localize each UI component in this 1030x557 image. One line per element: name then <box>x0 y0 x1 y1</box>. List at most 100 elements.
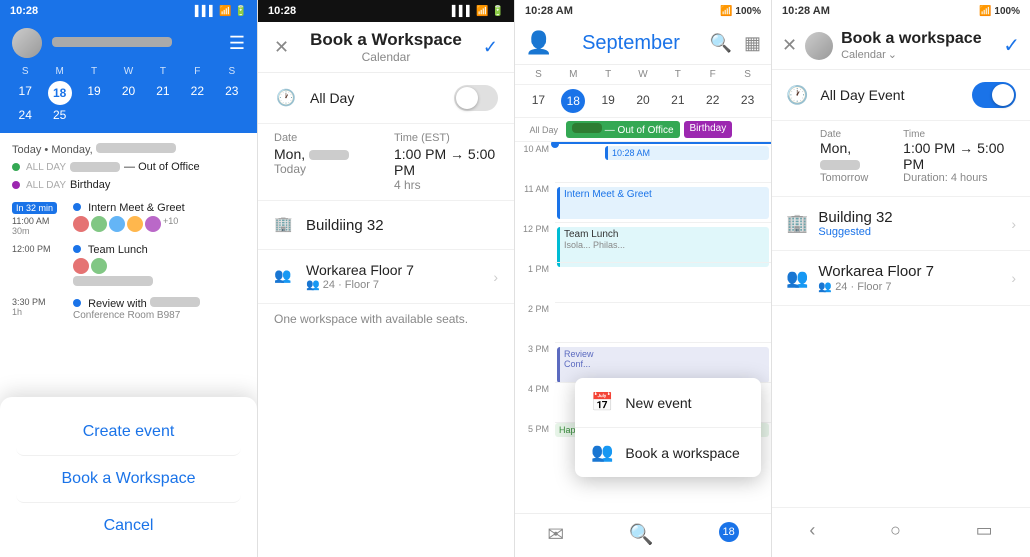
date-block[interactable]: Date Mon, Today <box>274 132 378 192</box>
panel1-header: ☰ <box>0 22 257 64</box>
event-team-lunch[interactable]: 12:00 PM Team Lunch <box>0 240 257 293</box>
event-intern-meet[interactable]: In 32 min 11:00 AM 30m Intern Meet & Gre… <box>0 194 257 240</box>
panel3-header: 👤 September 🔍 ▦ <box>515 22 771 65</box>
action-sheet: Create event Book a Workspace Cancel <box>0 397 257 557</box>
panel2-title: Book a Workspace Calendar <box>310 30 462 64</box>
create-event-button[interactable]: Create event <box>16 409 241 456</box>
status-icons-3: 📶100% <box>720 6 761 17</box>
panel2-subtitle: Calendar <box>310 50 462 64</box>
workspace-row[interactable]: 👥 Workarea Floor 7 👥 24 · Floor 7 › <box>258 250 514 304</box>
calendar-badge: 18 <box>719 522 739 542</box>
chevron-right-icon-ws: › <box>1011 270 1016 286</box>
time-value-4: 1:00 PM → 5:00 PM <box>903 140 1016 172</box>
cancel-button[interactable]: Cancel <box>16 503 241 549</box>
all-day-label-4: All Day Event <box>820 87 960 103</box>
bottom-nav-3: ✉ 🔍 18 <box>515 513 771 557</box>
toggle-knob <box>456 87 478 109</box>
panel4-subtitle: Calendar ⌄ <box>841 48 982 61</box>
allday-event-birthday[interactable]: ALL DAY Birthday <box>0 176 257 194</box>
status-time-2: 10:28 <box>268 5 296 17</box>
allday-bar: All Day — Out of Office Birthday <box>515 118 771 142</box>
time-label-4: Time <box>903 129 1016 140</box>
panel-calendar-month: 10:28 AM 📶100% 👤 September 🔍 ▦ S M T W T… <box>514 0 771 557</box>
profile-icon[interactable]: 👤 <box>525 30 552 56</box>
new-event-popup-item[interactable]: 📅 New event <box>575 378 761 428</box>
calendar-plus-icon: 📅 <box>591 392 613 413</box>
panel-calendar-today: 10:28 ▌▌▌📶🔋 ☰ S M T W T F S 17 18 19 20 <box>0 0 257 557</box>
clock-icon-4: 🕐 <box>786 85 808 106</box>
date-time-section-4: Date Mon, Tomorrow Time 1:00 PM → 5:00 P… <box>772 121 1030 197</box>
dot-green <box>12 163 20 171</box>
time-value: 1:00 PM → 5:00 PM <box>394 146 498 178</box>
time-slot-3pm: 3 PM ReviewConf... <box>515 342 771 382</box>
all-day-toggle-4[interactable] <box>972 82 1016 108</box>
close-button-4[interactable]: ✕ <box>782 35 797 56</box>
time-slot-1pm: 1 PM <box>515 262 771 302</box>
building-sub-4: Suggested <box>818 226 1001 238</box>
workspace-icon-4: 👥 <box>786 268 808 289</box>
date-sub-4: Tomorrow <box>820 172 887 184</box>
event-review[interactable]: 3:30 PM 1h Review with Conference Room B… <box>0 293 257 325</box>
status-icons-2: ▌▌▌📶🔋 <box>452 6 504 17</box>
nav-search[interactable]: 🔍 <box>629 522 654 547</box>
chevron-right-icon-4: › <box>1011 216 1016 232</box>
workspace-row-4[interactable]: 👥 Workarea Floor 7 👥 24 · Floor 7 › <box>772 251 1030 306</box>
event-intern-chip[interactable]: Intern Meet & Greet <box>557 187 769 219</box>
time-block[interactable]: Time (EST) 1:00 PM → 5:00 PM 4 hrs <box>394 132 498 192</box>
calendar-grid: 17 18 19 20 21 22 23 24 25 <box>8 81 249 125</box>
time-block-4[interactable]: Time 1:00 PM → 5:00 PM Duration: 4 hours <box>903 129 1016 184</box>
building-row-4[interactable]: 🏢 Building 32 Suggested › <box>772 197 1030 251</box>
event-team-lunch-chip[interactable]: Team LunchIsola... Philas... <box>557 227 769 267</box>
panel2-header: ✕ Book a Workspace Calendar ✓ <box>258 22 514 73</box>
available-seats-text: One workspace with available seats. <box>258 304 514 334</box>
allday-chip-birthday[interactable]: Birthday <box>684 121 733 138</box>
confirm-button-4[interactable]: ✓ <box>1003 33 1020 58</box>
panel4-header: ✕ Book a workspace Calendar ⌄ ✓ <box>772 22 1030 70</box>
mail-icon: ✉ <box>547 522 564 547</box>
status-bar-4: 10:28 AM 📶100% <box>772 0 1030 22</box>
all-day-content: All Day Event <box>820 87 960 103</box>
allday-chip-outofoffice[interactable]: — Out of Office <box>566 121 680 138</box>
building-name: Buildiing 32 <box>306 217 384 234</box>
toggle-knob-4 <box>992 84 1014 106</box>
all-day-label: All Day <box>310 90 454 106</box>
panel4-title: Book a workspace <box>841 30 982 48</box>
book-workspace-button[interactable]: Book a Workspace <box>16 456 241 503</box>
grid-icon[interactable]: ▦ <box>744 33 761 54</box>
chevron-down-icon: ⌄ <box>888 48 897 61</box>
date-value-4: Mon, <box>820 140 887 172</box>
confirm-button[interactable]: ✓ <box>483 37 498 58</box>
home-button-4[interactable]: ○ <box>870 516 921 545</box>
building-icon-4: 🏢 <box>786 213 808 234</box>
building-row[interactable]: 🏢 Buildiing 32 <box>258 201 514 250</box>
time-slot-2pm: 2 PM <box>515 302 771 342</box>
recents-button-4[interactable]: ▭ <box>956 516 1013 545</box>
status-bar-3: 10:28 AM 📶100% <box>515 0 771 22</box>
allday-event-outofoffice[interactable]: ALL DAY — Out of Office <box>0 158 257 176</box>
building-name-4: Building 32 <box>818 209 1001 226</box>
bottom-nav-4: ‹ ○ ▭ <box>772 507 1030 557</box>
clock-icon: 🕐 <box>274 86 298 110</box>
date-label-4: Date <box>820 129 887 140</box>
status-bar-1: 10:28 ▌▌▌📶🔋 <box>0 0 257 22</box>
panel3-icons: 🔍 ▦ <box>710 33 761 54</box>
workspace-info-4: Workarea Floor 7 👥 24 · Floor 7 <box>818 263 1001 293</box>
menu-icon[interactable]: ☰ <box>229 33 245 54</box>
search-icon[interactable]: 🔍 <box>710 33 732 54</box>
nav-calendar[interactable]: 18 <box>719 522 739 547</box>
dot-purple <box>12 181 20 189</box>
nav-mail[interactable]: ✉ <box>547 522 564 547</box>
close-button[interactable]: ✕ <box>274 37 289 58</box>
workspace-name: Workarea Floor 7 <box>306 262 493 278</box>
date-block-4[interactable]: Date Mon, Tomorrow <box>820 129 887 184</box>
workspace-popup-icon: 👥 <box>591 442 613 463</box>
status-time-3: 10:28 AM <box>525 5 573 17</box>
book-workspace-popup-item[interactable]: 👥 Book a workspace <box>575 428 761 477</box>
avatar[interactable] <box>12 28 42 58</box>
all-day-toggle[interactable] <box>454 85 498 111</box>
calendar3-grid: 17 18 19 20 21 22 23 <box>515 85 771 118</box>
status-time-4: 10:28 AM <box>782 5 830 17</box>
back-button-4[interactable]: ‹ <box>789 516 835 545</box>
time-slot-12pm: 12 PM Team LunchIsola... Philas... <box>515 222 771 262</box>
mini-calendar: S M T W T F S 17 18 19 20 21 22 23 24 25 <box>0 64 257 133</box>
